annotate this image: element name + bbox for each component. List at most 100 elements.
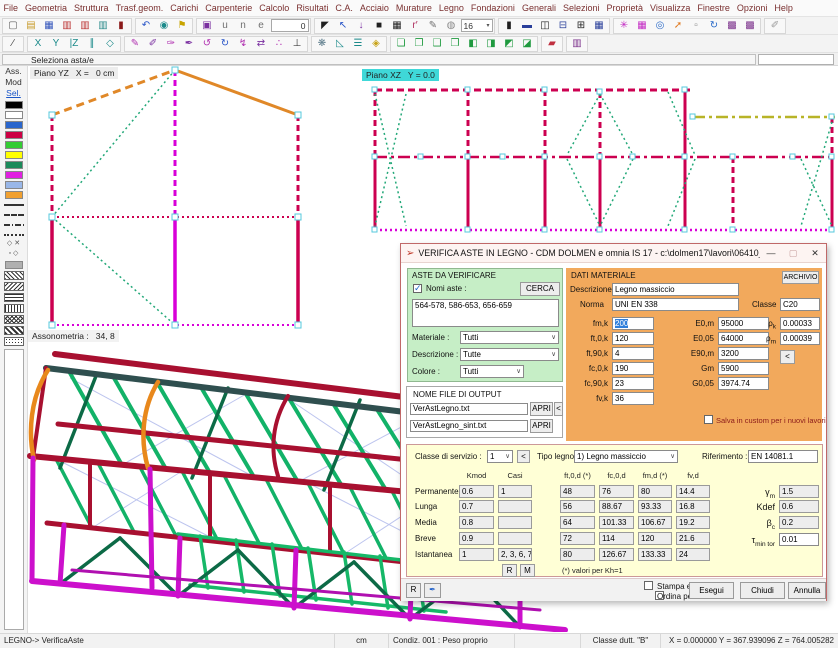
sidebar-tab-sel[interactable]: Sel.: [6, 88, 21, 99]
kmod-cell[interactable]: 88.67: [599, 500, 634, 513]
archivio-button[interactable]: ARCHIVIO: [782, 271, 819, 284]
kmod-m-button[interactable]: M: [520, 564, 535, 577]
menu-item-c-a-[interactable]: C.A.: [332, 3, 357, 13]
solid-box1-icon[interactable]: ❏: [393, 37, 410, 51]
dark-grid2-icon[interactable]: ▩: [742, 19, 759, 33]
Gm-field[interactable]: 5900: [718, 362, 769, 375]
linestyle-dashdot[interactable]: [3, 220, 25, 229]
materiale-select[interactable]: Tutti∨: [460, 331, 559, 344]
line-tool-icon[interactable]: ∕: [5, 37, 22, 51]
aste-list-textarea[interactable]: 564-578, 586-653, 656-659: [412, 299, 559, 327]
sphere-icon[interactable]: ◉: [156, 19, 173, 33]
sidebar-tab-mod[interactable]: Mod: [5, 77, 22, 88]
kmod-cell[interactable]: 56: [560, 500, 595, 513]
solid-box7-icon[interactable]: ◩: [501, 37, 518, 51]
sidebar-glyph-row-1[interactable]: ▫ ◇: [9, 249, 19, 259]
chiudi-button[interactable]: Chiudi: [740, 582, 785, 599]
color-swatch-3[interactable]: [5, 131, 23, 139]
perp-icon[interactable]: ⊥: [289, 37, 306, 51]
menu-item-visualizza[interactable]: Visualizza: [647, 3, 694, 13]
merge-icon[interactable]: ∴: [271, 37, 288, 51]
globe-icon[interactable]: ◍: [443, 19, 460, 33]
kmod-cell[interactable]: 14.4: [676, 485, 710, 498]
import-archive-icon[interactable]: ▥: [59, 19, 76, 33]
stampa-estesa-checkbox[interactable]: [644, 581, 653, 590]
window-tile-icon[interactable]: ▦: [591, 19, 608, 33]
gear-magenta-icon[interactable]: ✳: [616, 19, 633, 33]
menu-item-calcolo[interactable]: Calcolo: [256, 3, 293, 13]
menu-item-struttura[interactable]: Struttura: [71, 3, 113, 13]
kmod-cell[interactable]: 64: [560, 516, 595, 529]
kmod-cell[interactable]: 126.67: [599, 548, 634, 561]
polygon-icon[interactable]: ◺: [332, 37, 349, 51]
color-swatch-5[interactable]: [5, 151, 23, 159]
menu-item-opzioni[interactable]: Opzioni: [733, 3, 771, 13]
pencil-icon[interactable]: ✎: [425, 19, 442, 33]
hatch-swatch-4[interactable]: [4, 315, 24, 324]
u-button[interactable]: u: [217, 19, 234, 33]
salva-custom-checkbox[interactable]: [704, 415, 713, 424]
kmod-cell[interactable]: 120: [638, 532, 672, 545]
n-button[interactable]: n: [235, 19, 252, 33]
close-button[interactable]: ✕: [804, 248, 826, 259]
gear-icon[interactable]: ❋: [314, 37, 331, 51]
kmod-cell[interactable]: 133.33: [638, 548, 672, 561]
output-expand-button[interactable]: <: [554, 402, 563, 416]
nomi-aste-checkbox[interactable]: [413, 284, 422, 293]
axis-z-button[interactable]: |Z: [66, 37, 83, 51]
new-file-icon[interactable]: ▢: [5, 19, 22, 33]
rotate-view-icon[interactable]: ↻: [706, 19, 723, 33]
font-size-select[interactable]: 16▾: [461, 19, 493, 32]
cerca-button[interactable]: CERCA: [520, 282, 560, 296]
kmod-cell[interactable]: 24: [676, 548, 710, 561]
factor-value-0[interactable]: 1.5: [779, 485, 819, 498]
annulla-button[interactable]: Annulla: [788, 582, 826, 599]
save-icon[interactable]: ▦: [41, 19, 58, 33]
hatch-swatch-3[interactable]: [4, 304, 24, 313]
E90,m-field[interactable]: 3200: [718, 347, 769, 360]
factor-value-3[interactable]: 0.01: [779, 533, 819, 546]
tipo-legno-select[interactable]: 1) Legno massiccio∨: [574, 450, 678, 463]
kmod-cell[interactable]: [498, 516, 532, 529]
kmod-cell[interactable]: 0.6: [459, 485, 494, 498]
select-cursor-icon[interactable]: ↖: [335, 19, 352, 33]
footer-r-button[interactable]: R: [406, 583, 421, 598]
hatch-swatch-1[interactable]: [4, 282, 24, 291]
rotate-icon[interactable]: ↺: [199, 37, 216, 51]
kmod-cell[interactable]: 101.33: [599, 516, 634, 529]
sidebar-glyph-row-0[interactable]: ◇ ✕: [7, 239, 20, 249]
menu-item-generali[interactable]: Generali: [518, 3, 559, 13]
color-swatch-8[interactable]: [5, 181, 23, 189]
parallel-button[interactable]: ∥: [84, 37, 101, 51]
prompt-value-box[interactable]: [758, 54, 834, 65]
window-split-h-icon[interactable]: ▬: [519, 19, 536, 33]
color-swatch-1[interactable]: [5, 111, 23, 119]
axis-y-button[interactable]: Y: [48, 37, 65, 51]
fc,0,k-field[interactable]: 190: [612, 362, 654, 375]
color-swatch-7[interactable]: [5, 171, 23, 179]
norma-field[interactable]: UNI EN 338: [612, 298, 739, 311]
small-square-icon[interactable]: ▫: [688, 19, 705, 33]
report-pen-button[interactable]: ✒: [424, 583, 441, 598]
material-expand-button[interactable]: <: [780, 350, 795, 364]
menu-item-murature[interactable]: Murature: [392, 3, 435, 13]
list-icon[interactable]: ☰: [350, 37, 367, 51]
solid-box6-icon[interactable]: ◨: [483, 37, 500, 51]
menu-item-carpenterie[interactable]: Carpenterie: [202, 3, 256, 13]
kmod-cell[interactable]: 76: [599, 485, 634, 498]
flag-icon[interactable]: ⚑: [174, 19, 191, 33]
block-red-icon[interactable]: ▮: [113, 19, 130, 33]
color-swatch-4[interactable]: [5, 141, 23, 149]
filled-square-icon[interactable]: ■: [371, 19, 388, 33]
kmod-cell[interactable]: 0.9: [459, 532, 494, 545]
maximize-button[interactable]: ▢: [782, 248, 804, 259]
dark-grid-icon[interactable]: ▩: [724, 19, 741, 33]
color-swatch-0[interactable]: [5, 101, 23, 109]
output-file1-field[interactable]: VerAstLegno.txt: [410, 403, 528, 415]
apri-file2-button[interactable]: APRI: [530, 419, 553, 433]
kmod-cell[interactable]: 0.8: [459, 516, 494, 529]
menu-item-geometria[interactable]: Geometria: [22, 3, 71, 13]
e-button[interactable]: e: [253, 19, 270, 33]
window-split-v-icon[interactable]: ◫: [537, 19, 554, 33]
hatch-swatch-0[interactable]: [4, 271, 24, 280]
